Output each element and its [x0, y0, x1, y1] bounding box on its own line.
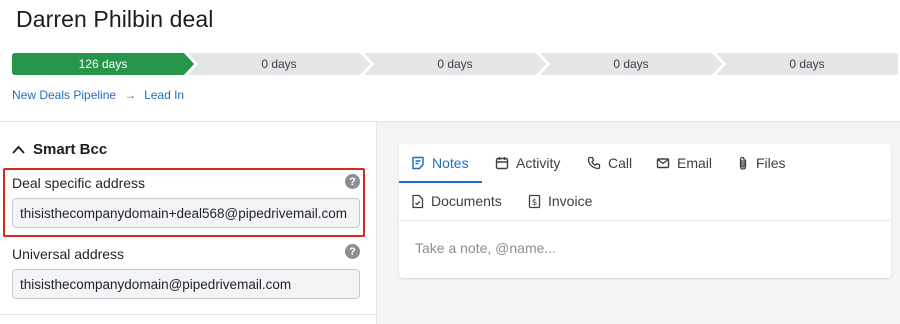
- tab-email-label: Email: [677, 155, 713, 171]
- tab-documents[interactable]: Documents: [411, 182, 502, 220]
- phone-icon: [587, 156, 601, 170]
- document-icon: [412, 194, 424, 208]
- svg-text:$: $: [532, 198, 538, 208]
- paperclip-icon: [739, 156, 747, 170]
- smart-bcc-panel: Smart Bcc Deal specific address ? thisis…: [0, 122, 376, 324]
- tab-invoice[interactable]: $ Invoice: [528, 182, 592, 220]
- note-icon: [412, 156, 424, 170]
- arrow-right-icon: →: [124, 88, 137, 102]
- pipeline-stages: 126 days 0 days 0 days 0 days 0 days: [12, 53, 898, 75]
- stage-3[interactable]: 0 days: [364, 53, 546, 75]
- breadcrumb: New Deals Pipeline → Lead In: [12, 88, 184, 102]
- note-input[interactable]: Take a note, @name...: [415, 240, 556, 256]
- smart-bcc-title: Smart Bcc: [33, 141, 108, 158]
- stage-5-label: 0 days: [789, 57, 825, 71]
- help-icon[interactable]: ?: [345, 174, 360, 189]
- tab-call-label: Call: [608, 155, 633, 171]
- tab-notes[interactable]: Notes: [411, 144, 469, 182]
- invoice-icon: $: [528, 194, 541, 208]
- universal-address-label: Universal address: [12, 246, 125, 262]
- activity-panel: Notes Activity Call Email Files Document…: [376, 122, 900, 324]
- tab-files[interactable]: Files: [737, 144, 786, 182]
- stage-4-label: 0 days: [613, 57, 649, 71]
- stage-1-label: 126 days: [78, 57, 128, 71]
- universal-address-field[interactable]: thisisthecompanydomain@pipedrivemail.com: [12, 269, 360, 299]
- tab-documents-label: Documents: [431, 193, 502, 209]
- tab-activity-label: Activity: [516, 155, 561, 171]
- tab-call[interactable]: Call: [587, 144, 632, 182]
- help-icon[interactable]: ?: [345, 244, 360, 259]
- tab-files-label: Files: [756, 155, 786, 171]
- stage-2-label: 0 days: [261, 57, 297, 71]
- tabs-divider: [399, 220, 891, 221]
- breadcrumb-stage-link[interactable]: Lead In: [144, 88, 184, 102]
- calendar-icon: [495, 157, 509, 170]
- stage-4[interactable]: 0 days: [540, 53, 722, 75]
- smart-bcc-header[interactable]: Smart Bcc: [12, 141, 107, 158]
- tab-invoice-label: Invoice: [548, 193, 593, 209]
- breadcrumb-pipeline-link[interactable]: New Deals Pipeline: [12, 88, 116, 102]
- stage-1[interactable]: 126 days: [12, 53, 194, 75]
- deal-address-label: Deal specific address: [12, 175, 146, 191]
- composer-card: Notes Activity Call Email Files Document…: [399, 144, 891, 278]
- tab-notes-label: Notes: [432, 155, 469, 171]
- tab-activity[interactable]: Activity: [495, 144, 560, 182]
- section-divider: [0, 314, 376, 315]
- deal-address-field[interactable]: thisisthecompanydomain+deal568@pipedrive…: [12, 198, 360, 228]
- deal-title: Darren Philbin deal: [16, 6, 214, 32]
- tab-email[interactable]: Email: [656, 144, 712, 182]
- chevron-up-icon: [12, 145, 25, 154]
- stage-2[interactable]: 0 days: [188, 53, 370, 75]
- stage-5[interactable]: 0 days: [716, 53, 898, 75]
- stage-3-label: 0 days: [437, 57, 473, 71]
- envelope-icon: [656, 158, 670, 169]
